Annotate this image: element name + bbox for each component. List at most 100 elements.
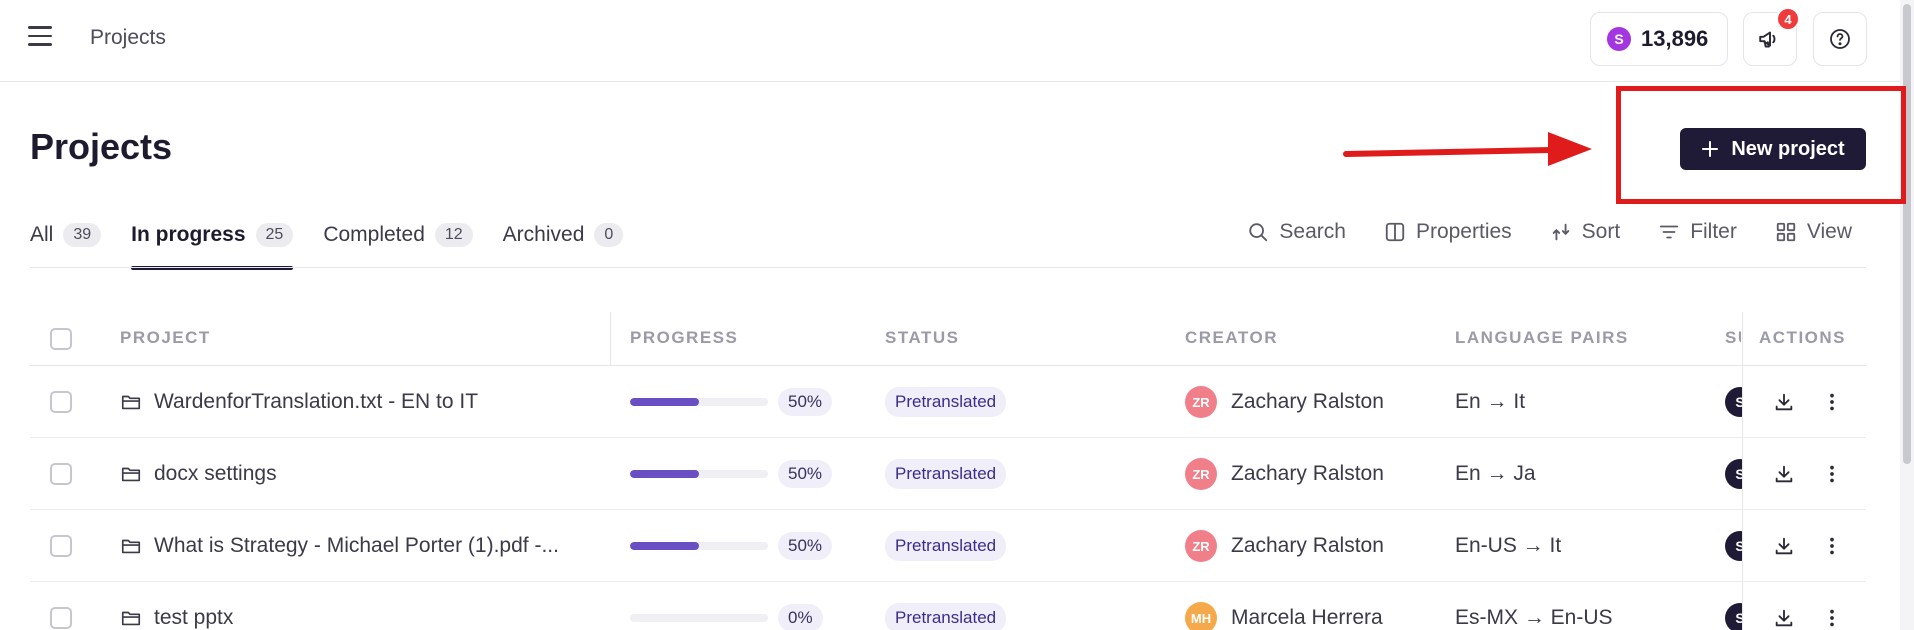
language-pairs-cell: En-US → It — [1455, 510, 1561, 582]
progress-percent: 0% — [778, 604, 823, 630]
row-select-cell — [50, 510, 72, 582]
avatar: ZR — [1185, 386, 1217, 418]
download-icon[interactable] — [1773, 535, 1795, 557]
breadcrumb[interactable]: Projects — [90, 26, 166, 50]
row-select-cell — [50, 582, 72, 630]
project-name-cell[interactable]: What is Strategy - Michael Porter (1).pd… — [120, 510, 600, 582]
announcements-button[interactable]: 4 — [1743, 7, 1800, 66]
table-row[interactable]: docx settings 50% Pretranslated ZR Zacha… — [30, 438, 1866, 510]
table-row[interactable]: test pptx 0% Pretranslated MH Marcela He… — [30, 582, 1866, 630]
row-select-cell — [50, 366, 72, 438]
column-header-language-pairs[interactable]: LANGUAGE PAIRS — [1455, 328, 1629, 348]
project-name: WardenforTranslation.txt - EN to IT — [154, 390, 479, 413]
progress-bar-fill — [630, 470, 699, 478]
new-project-button[interactable]: New project — [1680, 128, 1866, 170]
hamburger-menu-icon[interactable] — [28, 26, 58, 52]
row-checkbox[interactable] — [50, 607, 72, 629]
filter-label: Filter — [1690, 220, 1737, 243]
select-all-cell — [50, 312, 72, 366]
column-header-creator[interactable]: CREATOR — [1185, 328, 1278, 348]
tab-label: In progress — [131, 223, 246, 246]
table-row[interactable]: WardenforTranslation.txt - EN to IT 50% … — [30, 366, 1866, 438]
progress-bar — [630, 614, 768, 622]
select-all-checkbox[interactable] — [50, 328, 72, 350]
creator-cell: ZR Zachary Ralston — [1185, 510, 1384, 582]
top-bar: Projects S 13,896 4 — [0, 0, 1914, 82]
avatar: ZR — [1185, 458, 1217, 490]
tab-count: 12 — [434, 223, 473, 247]
tab-archived[interactable]: Archived 0 — [503, 216, 624, 254]
megaphone-icon — [1759, 31, 1776, 48]
column-header-status[interactable]: STATUS — [885, 328, 959, 348]
search-button[interactable]: Search — [1247, 220, 1346, 244]
folder-icon — [121, 611, 141, 626]
tab-label: All — [30, 223, 54, 246]
progress-bar-fill — [630, 398, 699, 406]
creator-name: Marcela Herrera — [1231, 606, 1383, 629]
language-pairs-cell: Es-MX → En-US — [1455, 582, 1613, 630]
more-options-icon[interactable] — [1821, 463, 1843, 485]
column-header-actions: ACTIONS — [1759, 328, 1846, 347]
project-name: What is Strategy - Michael Porter (1).pd… — [154, 534, 559, 557]
language-pair: En → Ja — [1455, 462, 1536, 485]
view-label: View — [1806, 220, 1852, 243]
tab-in-progress[interactable]: In progress 25 — [131, 216, 294, 270]
actions-column: ACTIONS — [1742, 312, 1866, 365]
download-icon[interactable] — [1773, 463, 1795, 485]
progress-percent: 50% — [778, 388, 833, 416]
sort-button[interactable]: Sort — [1550, 220, 1620, 244]
creator-name: Zachary Ralston — [1231, 462, 1384, 485]
status-cell: Pretranslated — [885, 438, 1007, 510]
creator-name: Zachary Ralston — [1231, 534, 1384, 557]
filter-button[interactable]: Filter — [1658, 220, 1737, 244]
row-checkbox[interactable] — [50, 391, 72, 413]
filter-icon — [1660, 225, 1679, 239]
actions-cell — [1742, 438, 1866, 509]
coin-icon: S — [1607, 27, 1631, 51]
columns-icon — [1385, 222, 1405, 242]
more-options-icon[interactable] — [1821, 535, 1843, 557]
project-name-cell[interactable]: docx settings — [120, 438, 600, 510]
notification-badge: 4 — [1776, 7, 1800, 31]
column-header-truncated[interactable]: SU — [1725, 328, 1741, 348]
progress-cell: 50% — [630, 366, 833, 438]
status-cell: Pretranslated — [885, 510, 1007, 582]
actions-cell — [1742, 582, 1866, 630]
row-checkbox[interactable] — [50, 463, 72, 485]
avatar: MH — [1185, 602, 1217, 630]
folder-icon — [121, 467, 141, 482]
status-badge: Pretranslated — [885, 387, 1007, 417]
help-button[interactable] — [1813, 12, 1867, 66]
project-name-cell[interactable]: test pptx — [120, 582, 600, 630]
avatar: ZR — [1185, 530, 1217, 562]
grid-icon — [1776, 222, 1796, 242]
view-button[interactable]: View — [1775, 220, 1852, 244]
more-options-icon[interactable] — [1821, 607, 1843, 629]
tab-completed[interactable]: Completed 12 — [323, 216, 473, 254]
progress-bar — [630, 542, 768, 550]
tab-all[interactable]: All 39 — [30, 216, 102, 254]
download-icon[interactable] — [1773, 391, 1795, 413]
status-badge: Pretranslated — [885, 531, 1007, 561]
tab-label: Completed — [323, 223, 425, 246]
column-header-project[interactable]: PROJECT — [120, 328, 211, 348]
row-select-cell — [50, 438, 72, 510]
column-header-progress[interactable]: PROGRESS — [630, 328, 738, 348]
progress-bar — [630, 470, 768, 478]
scrollbar-thumb[interactable] — [1903, 4, 1911, 464]
credits-balance[interactable]: S 13,896 — [1590, 12, 1728, 66]
download-icon[interactable] — [1773, 607, 1795, 629]
project-name-cell[interactable]: WardenforTranslation.txt - EN to IT — [120, 366, 600, 438]
more-options-icon[interactable] — [1821, 391, 1843, 413]
properties-button[interactable]: Properties — [1384, 220, 1512, 244]
actions-cell — [1742, 366, 1866, 437]
help-icon — [1830, 29, 1850, 49]
status-cell: Pretranslated — [885, 582, 1007, 630]
status-badge: Pretranslated — [885, 459, 1007, 489]
search-icon — [1249, 223, 1268, 242]
row-checkbox[interactable] — [50, 535, 72, 557]
progress-cell: 0% — [630, 582, 823, 630]
table-row[interactable]: What is Strategy - Michael Porter (1).pd… — [30, 510, 1866, 582]
projects-table: PROJECT PROGRESS STATUS CREATOR LANGUAGE… — [30, 312, 1866, 630]
folder-icon — [121, 395, 141, 410]
